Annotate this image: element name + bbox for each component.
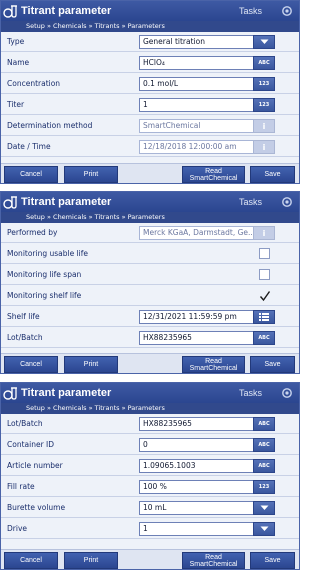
row-shelf-life: Shelf life 12/31/2021 11:59:59 pm: [1, 307, 299, 327]
row-label: Determination method: [7, 121, 93, 130]
gear-icon[interactable]: [280, 4, 294, 18]
titrator-flask-icon: [1, 192, 21, 212]
titrator-flask-icon: [1, 1, 21, 21]
row-name: Name HClO₄ ABC: [1, 53, 299, 73]
row-label: Container ID: [7, 440, 55, 449]
titrant-parameter-screen-2: Titrant parameter Tasks Setup » Chemicals …: [0, 191, 300, 374]
read-smartchemical-button[interactable]: Read SmartChemical: [182, 356, 245, 373]
cancel-button[interactable]: Cancel: [4, 552, 58, 569]
row-label: Monitoring life span: [7, 270, 82, 279]
row-label: Type: [7, 37, 25, 46]
row-burette-volume: Burette volume 10 mL: [1, 498, 299, 518]
tasks-button[interactable]: Tasks: [239, 388, 262, 398]
row-type: Type General titration: [1, 32, 299, 52]
breadcrumb: Setup » Chemicals » Titrants » Parameter…: [1, 403, 299, 414]
list-picker-icon[interactable]: [253, 310, 275, 324]
row-lot-batch: Lot/Batch HX88235965 ABC: [1, 414, 299, 434]
keyboard-abc-button[interactable]: ABC: [253, 56, 275, 70]
row-label: Date / Time: [7, 142, 51, 151]
info-button: i: [253, 119, 275, 133]
read-label-line1: Read: [205, 167, 222, 175]
title-bar: Titrant parameter Tasks: [1, 192, 299, 212]
chevron-down-icon[interactable]: [253, 501, 275, 515]
read-label-line1: Read: [205, 553, 222, 561]
read-label-line2: SmartChemical: [189, 174, 238, 182]
gear-icon[interactable]: [280, 195, 294, 209]
row-lot-batch: Lot/Batch HX88235965 ABC: [1, 328, 299, 348]
row-label: Lot/Batch: [7, 419, 43, 428]
read-label-line2: SmartChemical: [189, 364, 238, 372]
row-label: Article number: [7, 461, 63, 470]
read-smartchemical-button[interactable]: Read SmartChemical: [182, 552, 245, 569]
row-article-number: Article number 1.09065.1003 ABC: [1, 456, 299, 476]
row-label: Monitoring shelf life: [7, 291, 82, 300]
tasks-button[interactable]: Tasks: [239, 6, 262, 16]
row-container-id: Container ID 0 ABC: [1, 435, 299, 455]
page-title: Titrant parameter: [21, 5, 112, 17]
monitoring-usable-life-checkbox[interactable]: [259, 248, 270, 259]
row-label: Drive: [7, 524, 27, 533]
keypad-123-button[interactable]: 123: [253, 480, 275, 494]
row-fill-rate: Fill rate 100 % 123: [1, 477, 299, 497]
page-title: Titrant parameter: [21, 387, 112, 399]
titrant-parameter-screen-1: Titrant parameter Tasks Setup » Chemicals …: [0, 0, 300, 184]
print-button[interactable]: Print: [64, 552, 118, 569]
row-label: Monitoring usable life: [7, 249, 89, 258]
keyboard-abc-button[interactable]: ABC: [253, 417, 275, 431]
row-drive: Drive 1: [1, 519, 299, 539]
monitoring-shelf-life-checkbox[interactable]: [259, 290, 271, 304]
row-label: Lot/Batch: [7, 333, 43, 342]
keyboard-abc-button[interactable]: ABC: [253, 331, 275, 345]
info-button: i: [253, 226, 275, 240]
row-monitoring-life-span: Monitoring life span: [1, 265, 299, 285]
chevron-down-icon[interactable]: [253, 35, 275, 49]
cancel-button[interactable]: Cancel: [4, 166, 58, 183]
keypad-123-button[interactable]: 123: [253, 98, 275, 112]
row-monitoring-usable-life: Monitoring usable life: [1, 244, 299, 264]
titrant-parameter-screen-3: Titrant parameter Tasks Setup » Chemicals …: [0, 382, 300, 570]
breadcrumb: Setup » Chemicals » Titrants » Parameter…: [1, 212, 299, 223]
row-label: Name: [7, 58, 30, 67]
info-button: i: [253, 140, 275, 154]
chevron-down-icon[interactable]: [253, 522, 275, 536]
print-button[interactable]: Print: [64, 166, 118, 183]
footer-bar: Cancel Print Read SmartChemical Save: [1, 163, 299, 183]
row-label: Concentration: [7, 79, 61, 88]
monitoring-life-span-checkbox[interactable]: [259, 269, 270, 280]
keypad-123-button[interactable]: 123: [253, 77, 275, 91]
keyboard-abc-button[interactable]: ABC: [253, 459, 275, 473]
row-monitoring-shelf-life: Monitoring shelf life: [1, 286, 299, 306]
title-bar: Titrant parameter Tasks: [1, 383, 299, 403]
row-date-time: Date / Time 12/18/2018 12:00:00 am i: [1, 137, 299, 157]
print-button[interactable]: Print: [64, 356, 118, 373]
row-label: Fill rate: [7, 482, 35, 491]
read-label-line2: SmartChemical: [189, 560, 238, 568]
row-label: Burette volume: [7, 503, 66, 512]
footer-bar: Cancel Print Read SmartChemical Save: [1, 353, 299, 373]
row-label: Performed by: [7, 228, 58, 237]
read-label-line1: Read: [205, 357, 222, 365]
row-performed-by: Performed by Merck KGaA, Darmstadt, Ge...…: [1, 223, 299, 243]
gear-icon[interactable]: [280, 386, 294, 400]
row-titer: Titer 1 123: [1, 95, 299, 115]
save-button[interactable]: Save: [250, 166, 295, 183]
row-concentration: Concentration 0.1 mol/L 123: [1, 74, 299, 94]
keyboard-abc-button[interactable]: ABC: [253, 438, 275, 452]
footer-bar: Cancel Print Read SmartChemical Save: [1, 549, 299, 569]
read-smartchemical-button[interactable]: Read SmartChemical: [182, 166, 245, 183]
row-label: Titer: [7, 100, 25, 109]
save-button[interactable]: Save: [250, 552, 295, 569]
row-determination-method: Determination method SmartChemical i: [1, 116, 299, 136]
title-bar: Titrant parameter Tasks: [1, 1, 299, 21]
row-label: Shelf life: [7, 312, 40, 321]
page-title: Titrant parameter: [21, 196, 112, 208]
breadcrumb: Setup » Chemicals » Titrants » Parameter…: [1, 21, 299, 32]
cancel-button[interactable]: Cancel: [4, 356, 58, 373]
save-button[interactable]: Save: [250, 356, 295, 373]
checkmark-icon: [259, 291, 271, 304]
titrator-flask-icon: [1, 383, 21, 403]
tasks-button[interactable]: Tasks: [239, 197, 262, 207]
